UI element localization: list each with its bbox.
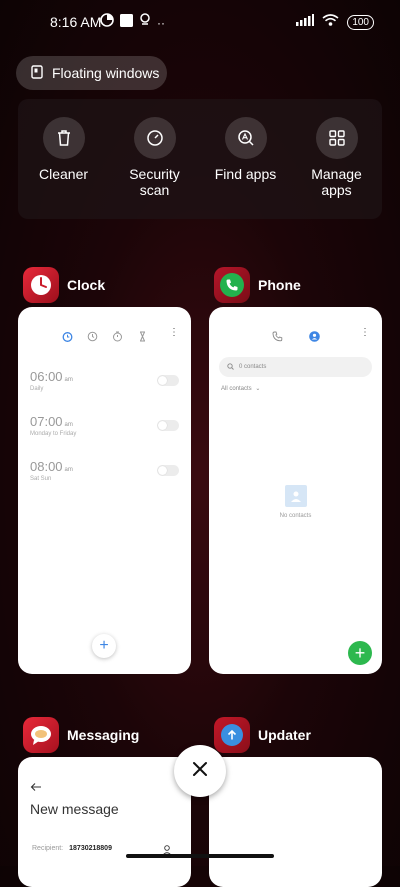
security-scan-button[interactable]: Security scan (115, 117, 195, 219)
new-message-title: New message (30, 801, 119, 817)
all-contacts-label: All contacts (221, 386, 252, 392)
recents-tab-icon[interactable] (272, 329, 283, 347)
contacts-tab-icon[interactable] (308, 329, 320, 347)
alarm-time: 06:00 (30, 369, 63, 384)
stopwatch-tab-icon[interactable] (112, 329, 123, 347)
alarm-toggle[interactable] (157, 465, 179, 476)
alarm-item[interactable]: 06:00 am Daily (18, 369, 191, 392)
alarm-ampm: am (64, 377, 73, 383)
alarm-time: 08:00 (30, 459, 63, 474)
world-clock-tab-icon[interactable] (87, 329, 98, 347)
status-time: 8:16 AM (50, 14, 102, 30)
trash-icon (42, 117, 85, 159)
all-contacts-dropdown[interactable]: All contacts ⌄ (221, 385, 370, 392)
phone-app-header[interactable]: Phone (214, 267, 301, 303)
contacts-search-input[interactable]: 0 contacts (219, 357, 372, 377)
recipient-label: Recipient: (32, 845, 64, 852)
messaging-app-icon (23, 717, 59, 753)
phone-handset-icon (220, 273, 244, 297)
recipient-row[interactable]: Recipient: 18730218809 (32, 845, 112, 852)
phone-tabs: ⋮ (209, 327, 382, 347)
status-right-icons: 100 (296, 13, 374, 31)
alarm-tab-icon[interactable] (62, 329, 73, 347)
messaging-app-name: Messaging (67, 727, 140, 743)
manage-apps-button[interactable]: Manage apps (297, 117, 377, 219)
updater-app-card[interactable] (209, 757, 382, 887)
location-icon (139, 13, 151, 32)
updater-app-header[interactable]: Updater (214, 717, 311, 753)
status-left-icons: ·· (100, 13, 165, 32)
back-arrow-icon[interactable] (30, 779, 42, 797)
alarm-repeat: Sat Sun (30, 476, 52, 482)
alarm-toggle[interactable] (157, 420, 179, 431)
contact-placeholder-icon (284, 485, 307, 507)
find-apps-label: Find apps (214, 166, 277, 182)
phone-more-icon[interactable]: ⋮ (360, 327, 370, 338)
phone-app-icon (214, 267, 250, 303)
quick-actions-panel: Cleaner Security scan Find apps Manage a… (18, 99, 382, 219)
alarm-time: 07:00 (30, 414, 63, 429)
add-contact-button[interactable]: + (348, 641, 372, 665)
search-icon (227, 362, 234, 372)
alarm-ampm: am (64, 422, 73, 428)
empty-state: No contacts (209, 485, 382, 519)
clock-app-card[interactable]: ⋮ 06:00 am Daily 07:00 am Monday to Friday… (18, 307, 191, 674)
updater-app-name: Updater (258, 727, 311, 743)
person-icon[interactable] (161, 843, 173, 861)
alarm-repeat: Daily (30, 386, 44, 392)
recent-apps-screen: { "status_bar": { "time": "8:16 AM", "ba… (0, 0, 400, 887)
floating-windows-label: Floating windows (52, 65, 160, 81)
alarm-item[interactable]: 08:00 am Sat Sun (18, 459, 191, 482)
clock-app-header[interactable]: Clock (23, 267, 105, 303)
close-icon (192, 761, 208, 782)
update-arrow-icon (221, 724, 243, 746)
alarm-ampm: am (64, 467, 73, 473)
wifi-icon (322, 13, 339, 31)
shield-check-icon (133, 117, 176, 159)
clear-all-button[interactable] (174, 745, 226, 797)
clock-more-icon[interactable]: ⋮ (169, 327, 179, 338)
timer-tab-icon[interactable] (137, 329, 148, 347)
floating-windows-button[interactable]: Floating windows (16, 56, 167, 90)
floating-window-icon (30, 64, 44, 82)
find-apps-button[interactable]: Find apps (206, 117, 286, 219)
add-alarm-button[interactable]: + (92, 634, 116, 658)
recipient-value: 18730218809 (69, 845, 112, 852)
chevron-down-icon: ⌄ (255, 386, 261, 392)
messaging-app-header[interactable]: Messaging (23, 717, 139, 753)
data-saver-icon (100, 13, 114, 32)
security-scan-label: Security scan (129, 166, 180, 198)
clock-tabs: ⋮ (18, 327, 191, 347)
battery-icon: 100 (347, 14, 374, 30)
search-placeholder: 0 contacts (239, 364, 267, 370)
alarm-toggle[interactable] (157, 375, 179, 386)
home-indicator[interactable] (126, 854, 274, 858)
clock-app-name: Clock (67, 277, 106, 293)
cleaner-label: Cleaner (38, 166, 89, 182)
more-dots-icon: ·· (157, 15, 165, 30)
clock-app-icon (23, 267, 59, 303)
manage-apps-label: Manage apps (311, 166, 362, 198)
phone-app-card[interactable]: ⋮ 0 contacts All contacts ⌄ No contacts … (209, 307, 382, 674)
messaging-app-card[interactable]: New message Recipient: 18730218809 (18, 757, 191, 887)
alarm-list: 06:00 am Daily 07:00 am Monday to Friday 0… (18, 369, 191, 482)
no-contacts-text: No contacts (279, 513, 312, 519)
status-bar: 8:16 AM ·· 100 (0, 0, 400, 44)
find-apps-icon (224, 117, 267, 159)
signal-icon (296, 13, 315, 31)
alarm-item[interactable]: 07:00 am Monday to Friday (18, 414, 191, 437)
square-notification-icon (120, 13, 133, 32)
grid-icon (315, 117, 358, 159)
updater-app-icon (214, 717, 250, 753)
cleaner-button[interactable]: Cleaner (24, 117, 104, 219)
alarm-repeat: Monday to Friday (30, 431, 77, 437)
phone-app-name: Phone (258, 277, 301, 293)
